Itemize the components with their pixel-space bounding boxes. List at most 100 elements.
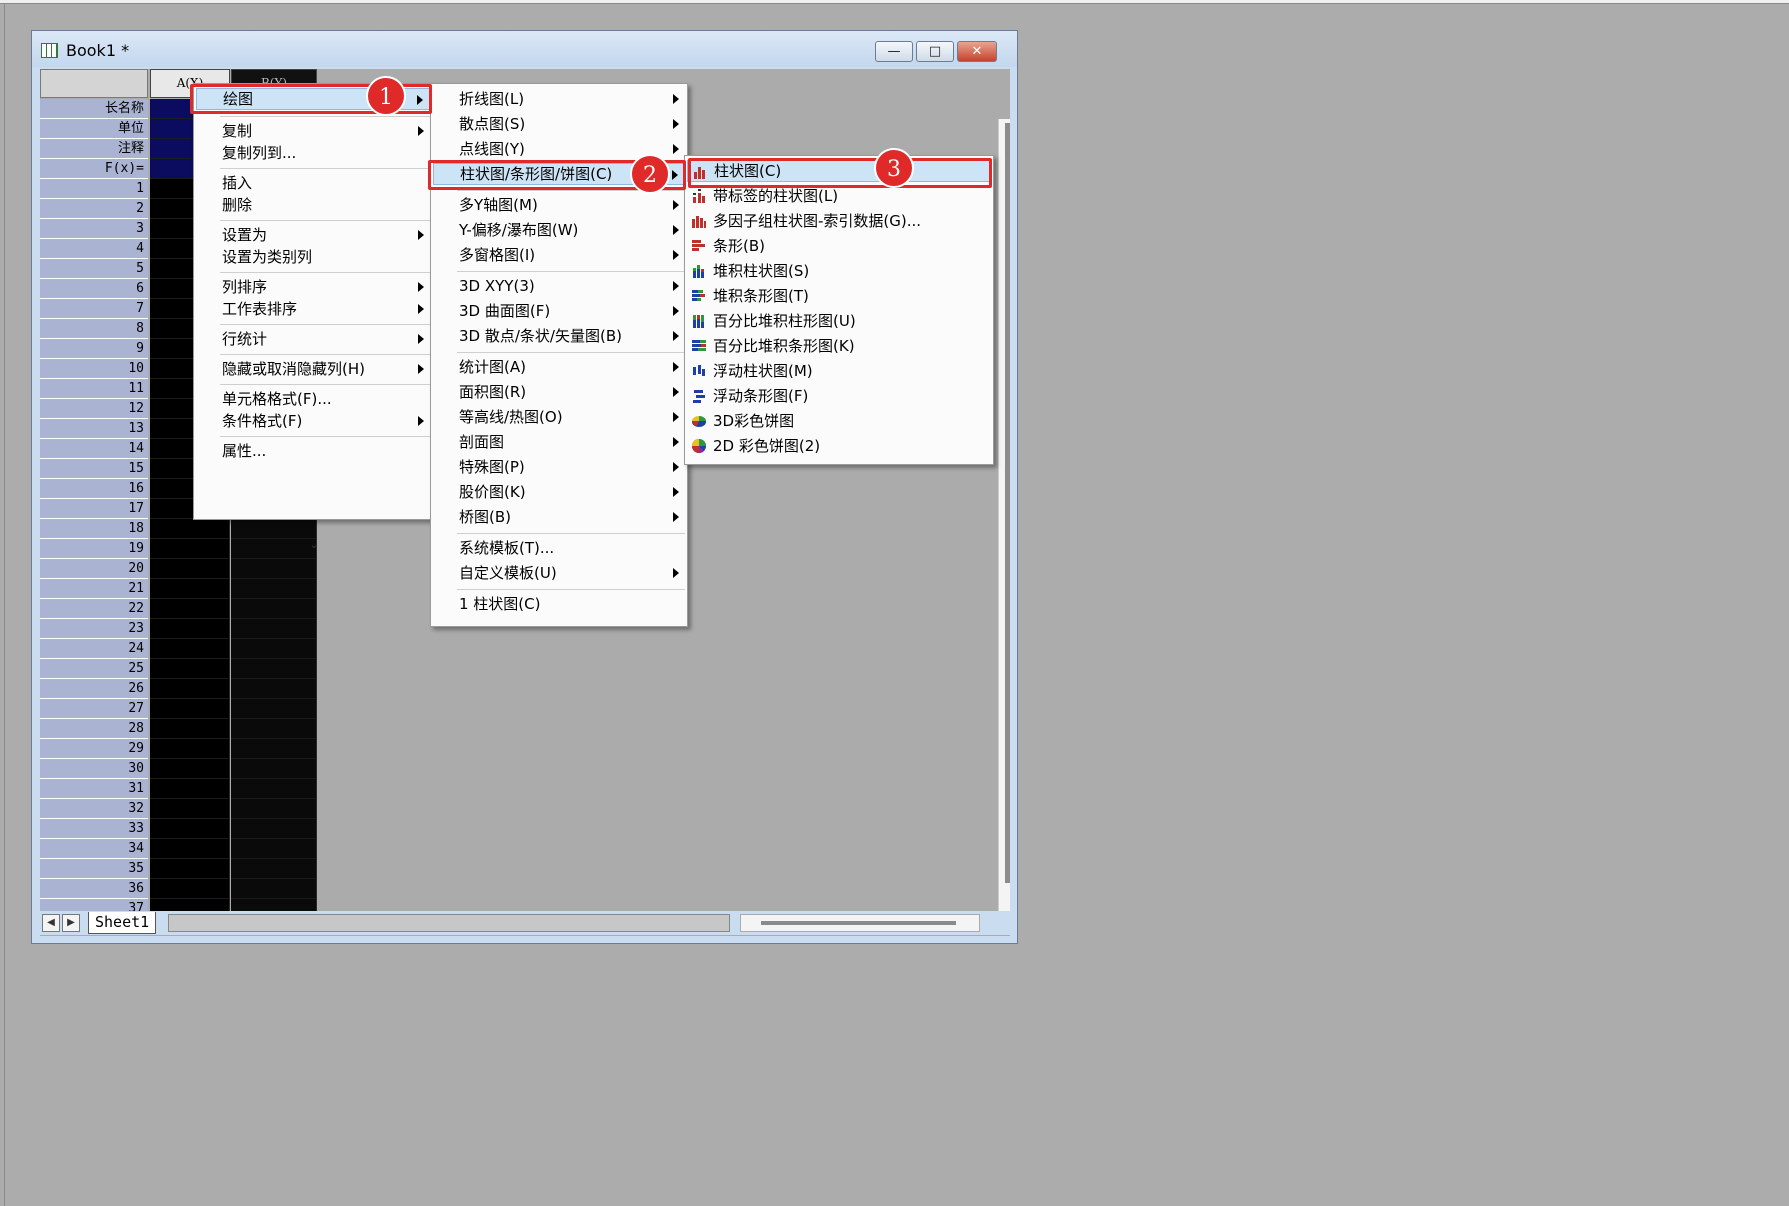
bar-menu-item[interactable]: 浮动柱状图(M) [687,360,991,382]
context-menu-item[interactable]: 复制列到... [196,142,430,164]
cell-a[interactable] [150,619,230,639]
row-header[interactable]: 26 [40,679,148,699]
row-header[interactable]: 9 [40,339,148,359]
plot-menu-item[interactable]: 统计图(A) [433,356,685,378]
plot-menu-item[interactable]: 股价图(K) [433,481,685,503]
cell-b[interactable] [231,679,317,699]
cell-b[interactable] [231,519,317,539]
cell-a[interactable] [150,879,230,899]
cell-b[interactable] [231,859,317,879]
row-header[interactable]: 4 [40,239,148,259]
cell-a[interactable] [150,679,230,699]
row-header[interactable]: 19 [40,539,148,559]
cell-b[interactable] [231,719,317,739]
title-bar[interactable]: Book1 * — □ ✕ [32,31,1017,67]
row-header[interactable]: 15 [40,459,148,479]
maximize-button[interactable]: □ [916,41,954,62]
plot-menu-item[interactable]: 折线图(L) [433,88,685,110]
bar-menu-item[interactable]: 带标签的柱状图(L) [687,185,991,207]
context-menu-item[interactable]: 隐藏或取消隐藏列(H) [196,358,430,380]
plot-menu-item[interactable]: 自定义模板(U) [433,562,685,584]
bar-menu-item[interactable]: 3D彩色饼图 [687,410,991,432]
vertical-scrollbar[interactable] [998,119,1010,931]
row-header[interactable]: 33 [40,819,148,839]
plot-menu-item[interactable]: 桥图(B) [433,506,685,528]
plot-menu-item[interactable]: 系统模板(T)... [433,537,685,559]
context-menu-item[interactable]: 设置为 [196,224,430,246]
plot-menu-item[interactable]: 等高线/热图(O) [433,406,685,428]
cell-a[interactable] [150,819,230,839]
row-header[interactable]: 24 [40,639,148,659]
row-header[interactable]: 28 [40,719,148,739]
row-header[interactable]: 27 [40,699,148,719]
bar-menu-item[interactable]: 堆积条形图(T) [687,285,991,307]
row-header[interactable]: 16 [40,479,148,499]
bar-menu-item[interactable]: 条形(B) [687,235,991,257]
plot-menu-item[interactable]: 剖面图 [433,431,685,453]
row-header[interactable]: 14 [40,439,148,459]
cell-b[interactable] [231,879,317,899]
row-header[interactable]: 1 [40,179,148,199]
row-header[interactable]: 31 [40,779,148,799]
cell-a[interactable] [150,699,230,719]
row-header[interactable]: 25 [40,659,148,679]
context-menu-item[interactable]: 单元格格式(F)... [196,388,430,410]
row-header[interactable]: 2 [40,199,148,219]
cell-a[interactable] [150,779,230,799]
plot-menu-item[interactable]: 多Y轴图(M) [433,194,685,216]
row-header[interactable]: 20 [40,559,148,579]
row-header[interactable]: 22 [40,599,148,619]
bar-menu-item[interactable]: 多因子组柱状图-索引数据(G)... [687,210,991,232]
grid-corner[interactable] [40,69,148,98]
plot-menu-item[interactable]: Y-偏移/瀑布图(W) [433,219,685,241]
row-header[interactable]: 29 [40,739,148,759]
plot-menu-item[interactable]: 3D 散点/条状/矢量图(B) [433,325,685,347]
cell-b[interactable] [231,579,317,599]
meta-row-header[interactable]: F(x)= [40,159,148,179]
context-menu-item[interactable]: 行统计 [196,328,430,350]
cell-b[interactable] [231,659,317,679]
row-header[interactable]: 3 [40,219,148,239]
row-header[interactable]: 5 [40,259,148,279]
cell-b[interactable] [231,619,317,639]
row-header[interactable]: 35 [40,859,148,879]
cell-b[interactable] [231,799,317,819]
context-menu-item[interactable]: 设置为类别列 [196,246,430,268]
plot-menu-item[interactable]: 多窗格图(I) [433,244,685,266]
cell-b[interactable] [231,739,317,759]
meta-row-header[interactable]: 单位 [40,119,148,139]
horizontal-scrollbar[interactable] [740,914,980,932]
cell-a[interactable] [150,759,230,779]
horizontal-scroll-thumb[interactable] [761,921,956,925]
meta-row-header[interactable]: 注释 [40,139,148,159]
row-header[interactable]: 8 [40,319,148,339]
plot-menu-item[interactable]: 面积图(R) [433,381,685,403]
cell-a[interactable] [150,539,230,559]
cell-a[interactable] [150,859,230,879]
row-header[interactable]: 30 [40,759,148,779]
meta-row-header[interactable]: 长名称 [40,99,148,119]
cell-b[interactable] [231,539,317,559]
context-menu-item[interactable]: 复制 [196,120,430,142]
cell-a[interactable] [150,799,230,819]
row-header[interactable]: 32 [40,799,148,819]
cell-a[interactable] [150,519,230,539]
row-header[interactable]: 36 [40,879,148,899]
row-header[interactable]: 13 [40,419,148,439]
plot-menu-item[interactable]: 特殊图(P) [433,456,685,478]
row-header[interactable]: 23 [40,619,148,639]
context-menu-item[interactable]: 工作表排序 [196,298,430,320]
next-sheet-button[interactable]: ▶ [62,914,80,932]
expand-menu-icon[interactable]: ⌄ [308,538,320,552]
cell-a[interactable] [150,639,230,659]
cell-a[interactable] [150,579,230,599]
row-header[interactable]: 10 [40,359,148,379]
row-header[interactable]: 11 [40,379,148,399]
cell-b[interactable] [231,759,317,779]
plot-menu-item[interactable]: 3D XYY(3) [433,275,685,297]
cell-b[interactable] [231,779,317,799]
row-header[interactable]: 7 [40,299,148,319]
cell-a[interactable] [150,599,230,619]
cell-b[interactable] [231,559,317,579]
plot-menu-item[interactable]: 1 柱状图(C) [433,593,685,615]
